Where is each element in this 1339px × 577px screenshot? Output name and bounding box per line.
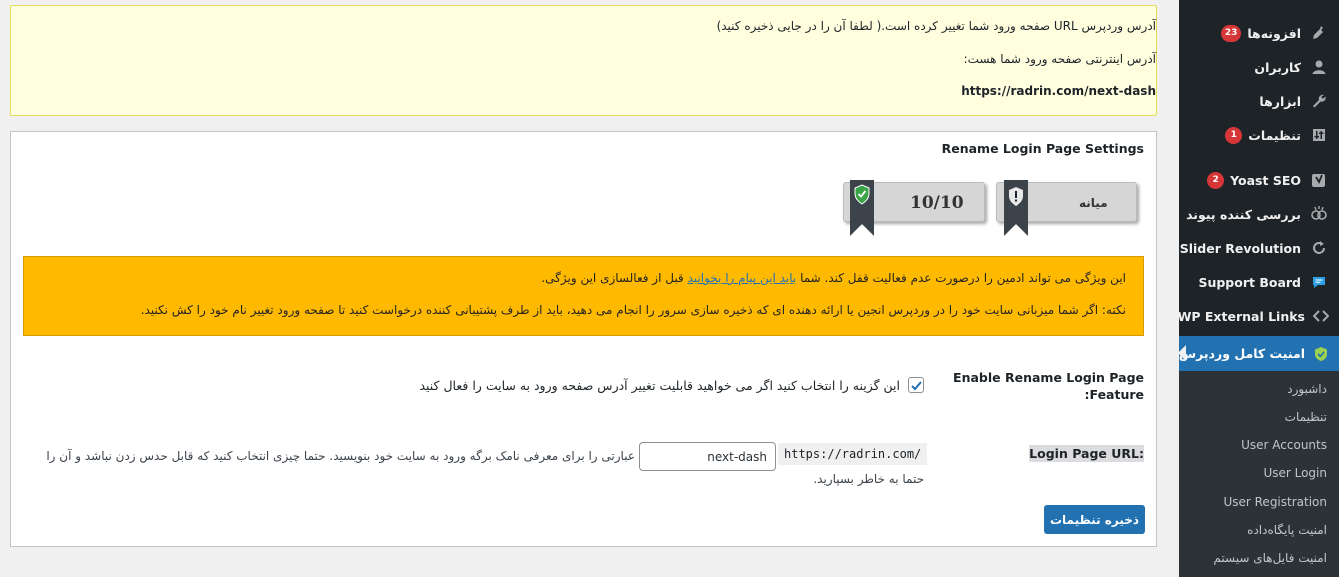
sidebar-item-users[interactable]: کاربران — [1179, 50, 1339, 84]
sidebar-item-appearance-partial[interactable]: ✎ — [1179, 0, 1339, 4]
sidebar-label-security: امنیت کامل وردپرس — [1178, 346, 1305, 361]
submenu-item-filesystem-security[interactable]: امنیت فایل‌های سیستم — [1179, 544, 1339, 572]
submenu-item-user-accounts[interactable]: User Accounts — [1179, 431, 1339, 459]
sidebar-item-tools[interactable]: ابزارها — [1179, 84, 1339, 118]
warning-line-1: این ویژگی می تواند ادمین را درصورت عدم ف… — [541, 271, 1126, 285]
warning-line-2: نکته: اگر شما میزبانی سایت خود را در ورد… — [140, 303, 1126, 317]
panel-title: Rename Login Page Settings — [941, 141, 1144, 156]
url-prefix: https://radrin.com/ — [778, 443, 928, 465]
sidebar-label-settings: تنظیمات — [1248, 127, 1301, 143]
feature-label-line-1: Enable Rename Login Page — [953, 370, 1144, 385]
sidebar-label-users: کاربران — [1254, 59, 1301, 75]
sidebar-label-yoast: Yoast SEO — [1230, 172, 1301, 188]
sidebar-item-security[interactable]: امنیت کامل وردپرس — [1178, 336, 1339, 371]
save-settings-button[interactable]: ذخیره تنظیمات — [1044, 505, 1145, 534]
security-points-value: 10/10 — [910, 193, 964, 213]
security-submenu: داشبورد تنظیمات User Accounts User Login… — [1179, 371, 1339, 577]
yoast-badge: 2 — [1207, 171, 1225, 189]
security-level-value: میانه — [1079, 196, 1108, 210]
url-description-line-2: حتما به خاطر بسپارید. — [813, 472, 924, 486]
refresh-icon — [1309, 238, 1329, 258]
plugin-icon — [1309, 23, 1329, 43]
login-slug-input[interactable] — [639, 442, 776, 471]
feature-option: این گزینه را انتخاب کنید اگر می خواهید ق… — [419, 377, 924, 393]
notice-url: https://radrin.com/next-dash — [961, 84, 1156, 98]
settings-badge: 1 — [1225, 126, 1243, 144]
sidebar-item-slider-revolution[interactable]: Slider Revolution — [1179, 231, 1339, 265]
feature-label-line-2: Feature: — [1084, 387, 1144, 402]
sidebar-label-plugins: افزونه‌ها — [1247, 25, 1301, 41]
submenu-item-user-login[interactable]: User Login — [1179, 459, 1339, 487]
settings-icon — [1309, 125, 1329, 145]
warning-text: این ویژگی می تواند ادمین را درصورت عدم ف… — [796, 271, 1126, 285]
code-arrows-icon — [1313, 306, 1329, 326]
shield-check-ribbon-icon — [850, 180, 874, 236]
sidebar-item-support-board[interactable]: Support Board — [1179, 265, 1339, 299]
warning-text-end: قبل از فعالسازی این ویژگی. — [541, 271, 688, 285]
shield-alert-ribbon-icon — [1004, 180, 1028, 236]
brush-icon: ✎ — [1309, 0, 1329, 3]
warning-box: این ویژگی می تواند ادمین را درصورت عدم ف… — [23, 256, 1144, 336]
sidebar-label-slider-revolution: Slider Revolution — [1179, 240, 1301, 256]
plugins-update-badge: 23 — [1220, 24, 1242, 42]
read-message-link[interactable]: باید این پیام را بخوانید — [688, 271, 797, 285]
enable-rename-checkbox[interactable] — [908, 377, 924, 393]
notice-line-2: آدرس اینترنتی صفحه ورود شما هست: — [963, 52, 1156, 66]
checkmark-icon — [910, 380, 922, 390]
shield-icon — [1313, 344, 1329, 364]
yoast-icon — [1309, 170, 1329, 190]
submenu-item-dashboard[interactable]: داشبورد — [1179, 375, 1339, 403]
link-checker-icon — [1309, 204, 1329, 224]
sidebar-item-link-checker[interactable]: بررسی کننده پیوند — [1179, 197, 1339, 231]
sidebar-label-support-board: Support Board — [1198, 274, 1301, 290]
wrench-icon — [1309, 91, 1329, 111]
login-url-label: Login Page URL: — [1029, 445, 1144, 462]
user-icon — [1309, 57, 1329, 77]
chat-icon — [1309, 272, 1329, 292]
feature-label: Enable Rename Login Page Feature: — [953, 369, 1144, 403]
sidebar-label-link-checker: بررسی کننده پیوند — [1186, 206, 1301, 222]
sidebar-item-settings[interactable]: تنظیمات 1 — [1179, 118, 1339, 152]
sidebar-item-yoast[interactable]: Yoast SEO 2 — [1179, 163, 1339, 197]
submenu-item-database-security[interactable]: امنیت پایگاه‌داده — [1179, 516, 1339, 544]
admin-sidebar: ✎ افزونه‌ها 23 کاربران ابزارها تنظیمات 1… — [1177, 0, 1339, 577]
sidebar-item-external-links[interactable]: WP External Links — [1177, 299, 1339, 333]
sidebar-label-external-links: WP External Links — [1177, 308, 1305, 324]
sidebar-label-tools: ابزارها — [1259, 93, 1301, 109]
login-url-notice: آدرس وردپرس URL صفحه ورود شما تغییر کرده… — [10, 5, 1157, 116]
notice-line-1: آدرس وردپرس URL صفحه ورود شما تغییر کرده… — [716, 19, 1156, 33]
settings-panel: Rename Login Page Settings 10/10 میانه ا… — [10, 131, 1157, 547]
submenu-item-settings[interactable]: تنظیمات — [1179, 403, 1339, 431]
feature-checkbox-text: این گزینه را انتخاب کنید اگر می خواهید ق… — [419, 377, 900, 393]
url-description-line-1: عبارتی را برای معرفی نامک برگه ورود به س… — [46, 449, 635, 463]
sidebar-item-plugins[interactable]: افزونه‌ها 23 — [1179, 16, 1339, 50]
submenu-item-user-registration[interactable]: User Registration — [1179, 488, 1339, 516]
